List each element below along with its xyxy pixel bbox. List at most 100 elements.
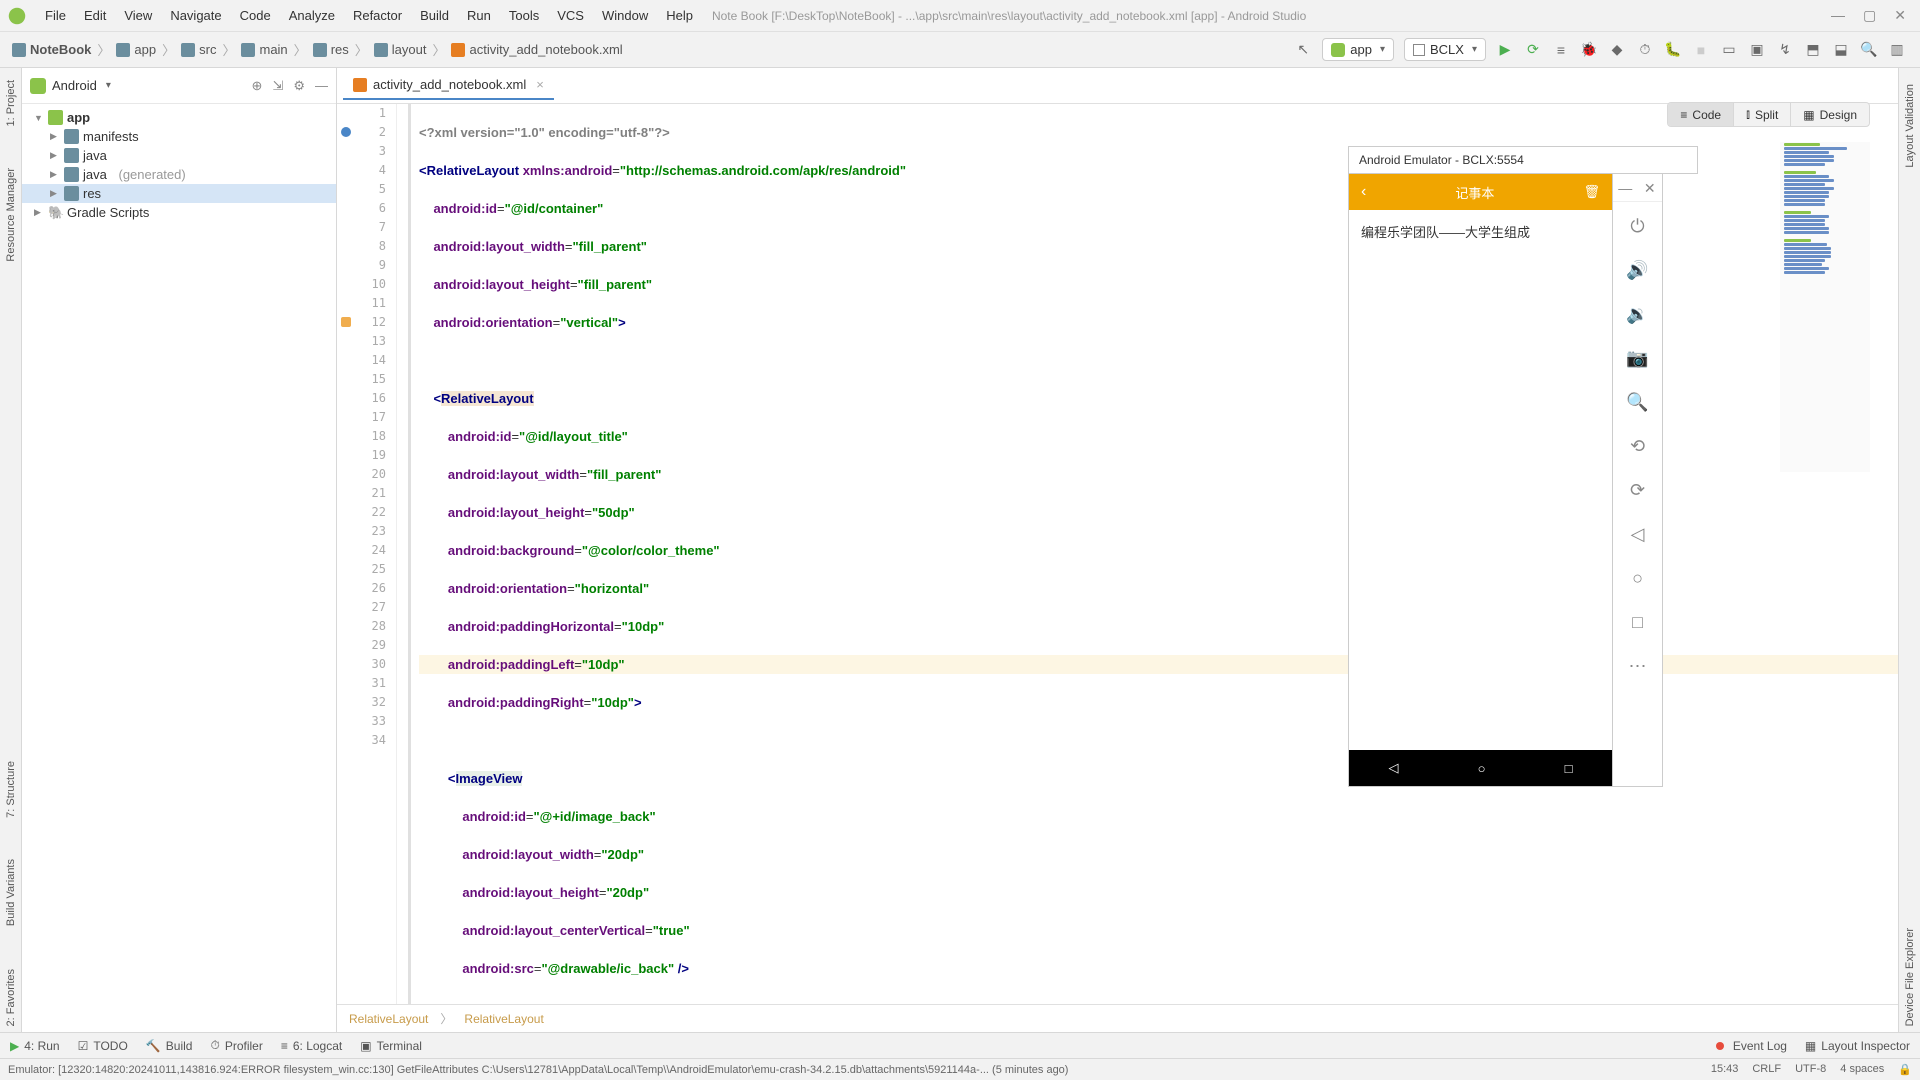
back-icon[interactable]: ‹ (1361, 183, 1366, 201)
resource-manager-tab[interactable]: Resource Manager (5, 162, 17, 268)
profiler-icon[interactable]: ⏱ (1636, 41, 1654, 59)
note-content[interactable]: 编程乐学团队——大学生组成 (1349, 210, 1612, 750)
crumb-root[interactable]: NoteBook (8, 42, 95, 57)
terminal-tool[interactable]: ▣ Terminal (360, 1039, 422, 1053)
status-lock-icon[interactable]: 🔒 (1898, 1063, 1912, 1076)
menu-code[interactable]: Code (231, 8, 280, 23)
device-file-explorer-tab[interactable]: Device File Explorer (1904, 922, 1916, 1032)
apply-code-icon[interactable]: ≡ (1552, 41, 1570, 59)
device-selector[interactable]: BCLX▾ (1404, 38, 1486, 61)
tab-close-icon[interactable]: × (536, 77, 544, 92)
stop-icon[interactable]: ■ (1692, 41, 1710, 59)
volume-up-icon[interactable]: 🔊 (1618, 250, 1658, 290)
menu-help[interactable]: Help (657, 8, 702, 23)
nav-recent-icon[interactable]: □ (1565, 761, 1573, 776)
sdk-icon[interactable]: ▣ (1748, 41, 1766, 59)
tree-app[interactable]: ▼app (22, 108, 336, 127)
structure-tab[interactable]: 7: Structure (5, 755, 17, 824)
nav-home-icon[interactable]: ○ (1478, 761, 1486, 776)
camera-icon[interactable]: 📷 (1618, 338, 1658, 378)
rotate-left-icon[interactable]: ⟲ (1618, 426, 1658, 466)
tab-activity-add-notebook[interactable]: activity_add_notebook.xml× (343, 71, 554, 100)
emulator-screen[interactable]: ‹ 记事本 🗑 编程乐学团队——大学生组成 ◁ ○ □ (1348, 174, 1613, 787)
build-variants-tab[interactable]: Build Variants (5, 853, 17, 932)
run-tool[interactable]: ▶4: Run (10, 1039, 60, 1053)
more-icon[interactable]: ⋯ (1618, 646, 1658, 686)
project-view-selector[interactable]: Android▾ (30, 78, 252, 94)
crumb-file[interactable]: activity_add_notebook.xml (447, 42, 626, 57)
attach-debugger-icon[interactable]: 🐛 (1664, 41, 1682, 59)
status-crlf[interactable]: CRLF (1752, 1063, 1781, 1076)
emu-back-icon[interactable]: ◁ (1618, 514, 1658, 554)
tool5-icon[interactable]: ⬓ (1832, 41, 1850, 59)
minimize-button[interactable]: — (1831, 7, 1845, 24)
menu-tools[interactable]: Tools (500, 8, 548, 23)
nav-back-icon[interactable]: ◁ (1389, 760, 1399, 776)
tree-gradle[interactable]: ▶🐘Gradle Scripts (22, 203, 336, 222)
emu-close[interactable]: ✕ (1638, 174, 1663, 201)
emu-minimize[interactable]: — (1613, 174, 1638, 201)
emu-overview-icon[interactable]: □ (1618, 602, 1658, 642)
menu-build[interactable]: Build (411, 8, 458, 23)
collapse-icon[interactable]: ⇲ (272, 78, 283, 94)
crumb-bot-1[interactable]: RelativeLayout (349, 1012, 428, 1026)
scroll-from-source-icon[interactable]: ⊕ (252, 78, 263, 94)
status-time: 15:43 (1711, 1063, 1739, 1076)
crumb-app[interactable]: app (112, 42, 160, 57)
menu-view[interactable]: View (115, 8, 161, 23)
avd-icon[interactable]: ▭ (1720, 41, 1738, 59)
crumb-layout[interactable]: layout (370, 42, 431, 57)
menu-edit[interactable]: Edit (75, 8, 115, 23)
favorites-tab[interactable]: 2: Favorites (5, 963, 17, 1032)
debug-icon[interactable]: 🐞 (1580, 41, 1598, 59)
menu-run[interactable]: Run (458, 8, 500, 23)
event-log-tool[interactable]: Event Log (1716, 1039, 1787, 1053)
menu-analyze[interactable]: Analyze (280, 8, 344, 23)
apply-changes-icon[interactable]: ⟳ (1524, 41, 1542, 59)
menu-navigate[interactable]: Navigate (161, 8, 230, 23)
crumb-src[interactable]: src (177, 42, 220, 57)
tool7-icon[interactable]: ▥ (1888, 41, 1906, 59)
tree-manifests[interactable]: ▶manifests (22, 127, 336, 146)
todo-tool[interactable]: ☑ TODO (78, 1039, 128, 1053)
menu-vcs[interactable]: VCS (548, 8, 593, 23)
run-config-selector[interactable]: app▾ (1322, 38, 1394, 61)
crumb-res[interactable]: res (309, 42, 353, 57)
close-button[interactable]: ✕ (1894, 7, 1906, 24)
maximize-button[interactable]: ▢ (1863, 7, 1876, 24)
project-tab[interactable]: 1: Project (5, 74, 17, 132)
zoom-icon[interactable]: 🔍 (1618, 382, 1658, 422)
volume-down-icon[interactable]: 🔉 (1618, 294, 1658, 334)
menu-window[interactable]: Window (593, 8, 657, 23)
power-icon[interactable]: ⏻ (1618, 206, 1658, 246)
emu-home-icon[interactable]: ○ (1618, 558, 1658, 598)
hide-icon[interactable]: — (315, 78, 328, 94)
settings-icon[interactable]: ⚙ (293, 78, 305, 94)
delete-icon[interactable]: 🗑 (1583, 184, 1600, 200)
sync-icon[interactable]: ↖ (1294, 41, 1312, 59)
coverage-icon[interactable]: ◆ (1608, 41, 1626, 59)
profiler-tool[interactable]: ⏱ Profiler (210, 1038, 262, 1053)
design-view-tab[interactable]: ▦Design (1791, 103, 1869, 126)
tool4-icon[interactable]: ⬒ (1804, 41, 1822, 59)
menu-file[interactable]: File (36, 8, 75, 23)
split-view-tab[interactable]: ⫾Split (1734, 103, 1791, 126)
crumb-bot-2[interactable]: RelativeLayout (464, 1012, 543, 1026)
menu-refactor[interactable]: Refactor (344, 8, 411, 23)
code-view-tab[interactable]: ≡Code (1668, 103, 1734, 126)
tree-java[interactable]: ▶java (22, 146, 336, 165)
logcat-tool[interactable]: ≡ 6: Logcat (281, 1039, 342, 1053)
build-tool[interactable]: 🔨 Build (146, 1039, 193, 1053)
tree-java-gen[interactable]: ▶java (generated) (22, 165, 336, 184)
layout-inspector-tool[interactable]: ▦ Layout Inspector (1805, 1039, 1910, 1053)
rotate-right-icon[interactable]: ⟳ (1618, 470, 1658, 510)
layout-validation-tab[interactable]: Layout Validation (1904, 78, 1916, 174)
crumb-main[interactable]: main (237, 42, 291, 57)
status-indent[interactable]: 4 spaces (1840, 1063, 1884, 1076)
search-icon[interactable]: 🔍 (1860, 41, 1878, 59)
code-minimap[interactable] (1780, 142, 1870, 472)
tree-res[interactable]: ▶res (22, 184, 336, 203)
tool3-icon[interactable]: ↯ (1776, 41, 1794, 59)
run-icon[interactable]: ▶ (1496, 41, 1514, 59)
status-encoding[interactable]: UTF-8 (1795, 1063, 1826, 1076)
